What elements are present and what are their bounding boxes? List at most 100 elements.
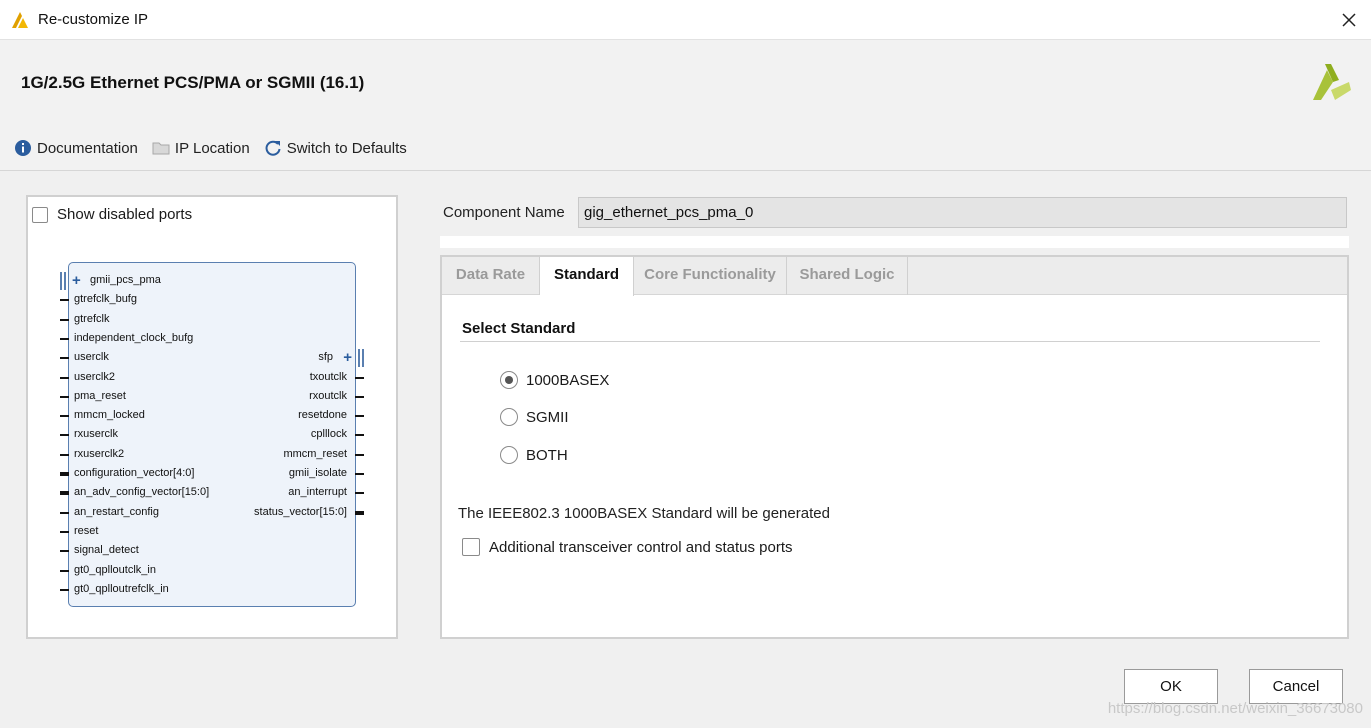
component-name-input[interactable]	[578, 197, 1347, 228]
port-pin	[60, 472, 69, 476]
radio-selected-dot	[505, 376, 513, 384]
block-port-left: an_restart_config	[74, 505, 159, 518]
port-pin	[60, 491, 69, 496]
tab-core-functionality[interactable]: Core Functionality	[634, 257, 787, 295]
ok-button[interactable]: OK	[1124, 669, 1218, 704]
tab-data-rate[interactable]: Data Rate	[442, 257, 540, 295]
port-expand-icon[interactable]: +	[72, 273, 81, 288]
port-pin	[355, 415, 364, 418]
block-port-right: resetdone	[298, 409, 347, 422]
block-port-left: gmii_pcs_pma	[90, 274, 161, 286]
block-port-left: an_adv_config_vector[15:0]	[74, 486, 210, 499]
port-pin	[60, 395, 69, 398]
block-port-left: gt0_qplloutclk_in	[74, 563, 156, 576]
port-pin	[355, 510, 364, 515]
documentation-label: Documentation	[37, 139, 138, 157]
block-port-right: gmii_isolate	[288, 467, 347, 479]
block-port-left: userclk2	[74, 370, 115, 383]
block-port-left: configuration_vector[4:0]	[74, 467, 195, 479]
tab-shared-logic[interactable]: Shared Logic	[787, 257, 908, 295]
port-pin	[60, 550, 69, 553]
port-pin	[60, 299, 69, 302]
block-port-left: rxuserclk	[74, 428, 119, 441]
port-pin	[60, 511, 69, 514]
block-port-left: gtrefclk_bufg	[74, 293, 137, 306]
block-port-left: mmcm_locked	[74, 409, 145, 422]
watermark-text: https://blog.csdn.net/weixin_36673080	[1107, 700, 1363, 717]
block-port-right: cplllock	[310, 428, 347, 441]
switch-to-defaults-label: Switch to Defaults	[286, 139, 407, 157]
cancel-button[interactable]: Cancel	[1249, 669, 1343, 704]
section-divider	[460, 341, 1320, 342]
port-pin	[355, 473, 364, 475]
ip-location-label: IP Location	[174, 139, 250, 157]
standard-info-text: The IEEE802.3 1000BASEX Standard will be…	[458, 505, 830, 522]
port-pin	[355, 492, 364, 495]
port-pin	[60, 376, 69, 379]
ip-symbol-panel: Show disabled ports + gmii_pcs_pmagtrefcl…	[26, 195, 398, 639]
port-pin	[355, 376, 364, 379]
radio-1000basex[interactable]: 1000BASEX	[500, 371, 609, 389]
port-pin	[355, 434, 364, 437]
block-port-left: userclk	[74, 351, 109, 364]
folder-icon	[152, 142, 170, 155]
port-pin	[60, 318, 69, 321]
port-pin	[60, 415, 69, 418]
info-icon	[15, 140, 31, 156]
additional-ports-label: Additional transceiver control and statu…	[489, 538, 793, 556]
documentation-button[interactable]: Documentation	[14, 139, 138, 157]
block-port-left: rxuserclk2	[74, 447, 125, 460]
block-port-left: independent_clock_bufg	[74, 331, 194, 344]
spacer-strip	[440, 236, 1349, 248]
show-disabled-ports-checkbox[interactable]: Show disabled ports	[32, 206, 192, 223]
xilinx-logo-icon	[1313, 64, 1351, 100]
radio-sgmii[interactable]: SGMII	[500, 408, 569, 426]
switch-to-defaults-button[interactable]: Switch to Defaults	[264, 139, 407, 157]
radio-button[interactable]	[500, 408, 518, 426]
block-port-right: an_interrupt	[288, 486, 347, 499]
ip-header: 1G/2.5G Ethernet PCS/PMA or SGMII (16.1)…	[0, 40, 1371, 170]
component-name-label: Component Name	[443, 204, 565, 221]
refresh-icon	[265, 140, 281, 156]
block-port-left: reset	[74, 524, 99, 537]
block-port-right: sfp	[318, 351, 333, 364]
radio-both-label: BOTH	[526, 446, 568, 464]
port-expand-icon[interactable]: +	[343, 350, 352, 365]
app-logo-icon	[12, 12, 28, 28]
block-port-right: status_vector[15:0]	[254, 505, 347, 518]
port-pin	[60, 337, 69, 340]
bus-interface-marker	[358, 349, 364, 368]
port-pin	[60, 453, 69, 456]
checkbox-box[interactable]	[462, 538, 480, 556]
tab-standard[interactable]: Standard	[540, 257, 634, 296]
radio-both[interactable]: BOTH	[500, 446, 568, 464]
port-pin	[60, 530, 69, 533]
checkbox-box[interactable]	[32, 206, 48, 223]
show-disabled-ports-label: Show disabled ports	[57, 206, 193, 223]
radio-1000basex-label: 1000BASEX	[526, 371, 610, 389]
header-divider	[0, 170, 1371, 171]
radio-button[interactable]	[500, 371, 518, 389]
block-port-right: mmcm_reset	[283, 447, 347, 460]
block-port-left: pma_reset	[74, 389, 126, 402]
port-pin	[355, 395, 364, 398]
bus-interface-marker	[60, 272, 66, 290]
additional-ports-checkbox[interactable]: Additional transceiver control and statu…	[462, 538, 793, 556]
block-port-left: gt0_qplloutrefclk_in	[74, 582, 169, 595]
close-icon[interactable]	[1337, 8, 1361, 32]
select-standard-heading: Select Standard	[462, 320, 576, 337]
port-pin	[60, 357, 69, 360]
port-pin	[60, 588, 69, 591]
config-tabs-panel: Data Rate Standard Core Functionality Sh…	[440, 255, 1349, 639]
ip-location-button[interactable]: IP Location	[152, 140, 250, 157]
toolbar: Documentation IP Location Switch to Defa…	[14, 137, 421, 159]
block-port-right: txoutclk	[309, 370, 347, 383]
radio-button[interactable]	[500, 446, 518, 464]
block-port-left: signal_detect	[74, 544, 139, 557]
port-pin	[60, 569, 69, 572]
block-port-right: rxoutclk	[309, 389, 347, 402]
port-pin	[355, 453, 364, 456]
ip-title: 1G/2.5G Ethernet PCS/PMA or SGMII (16.1)	[21, 73, 365, 92]
ip-block: + gmii_pcs_pma gtrefclk_bufg gtrefclk indepe…	[60, 262, 364, 607]
tab-bar: Data Rate Standard Core Functionality Sh…	[442, 257, 1347, 296]
